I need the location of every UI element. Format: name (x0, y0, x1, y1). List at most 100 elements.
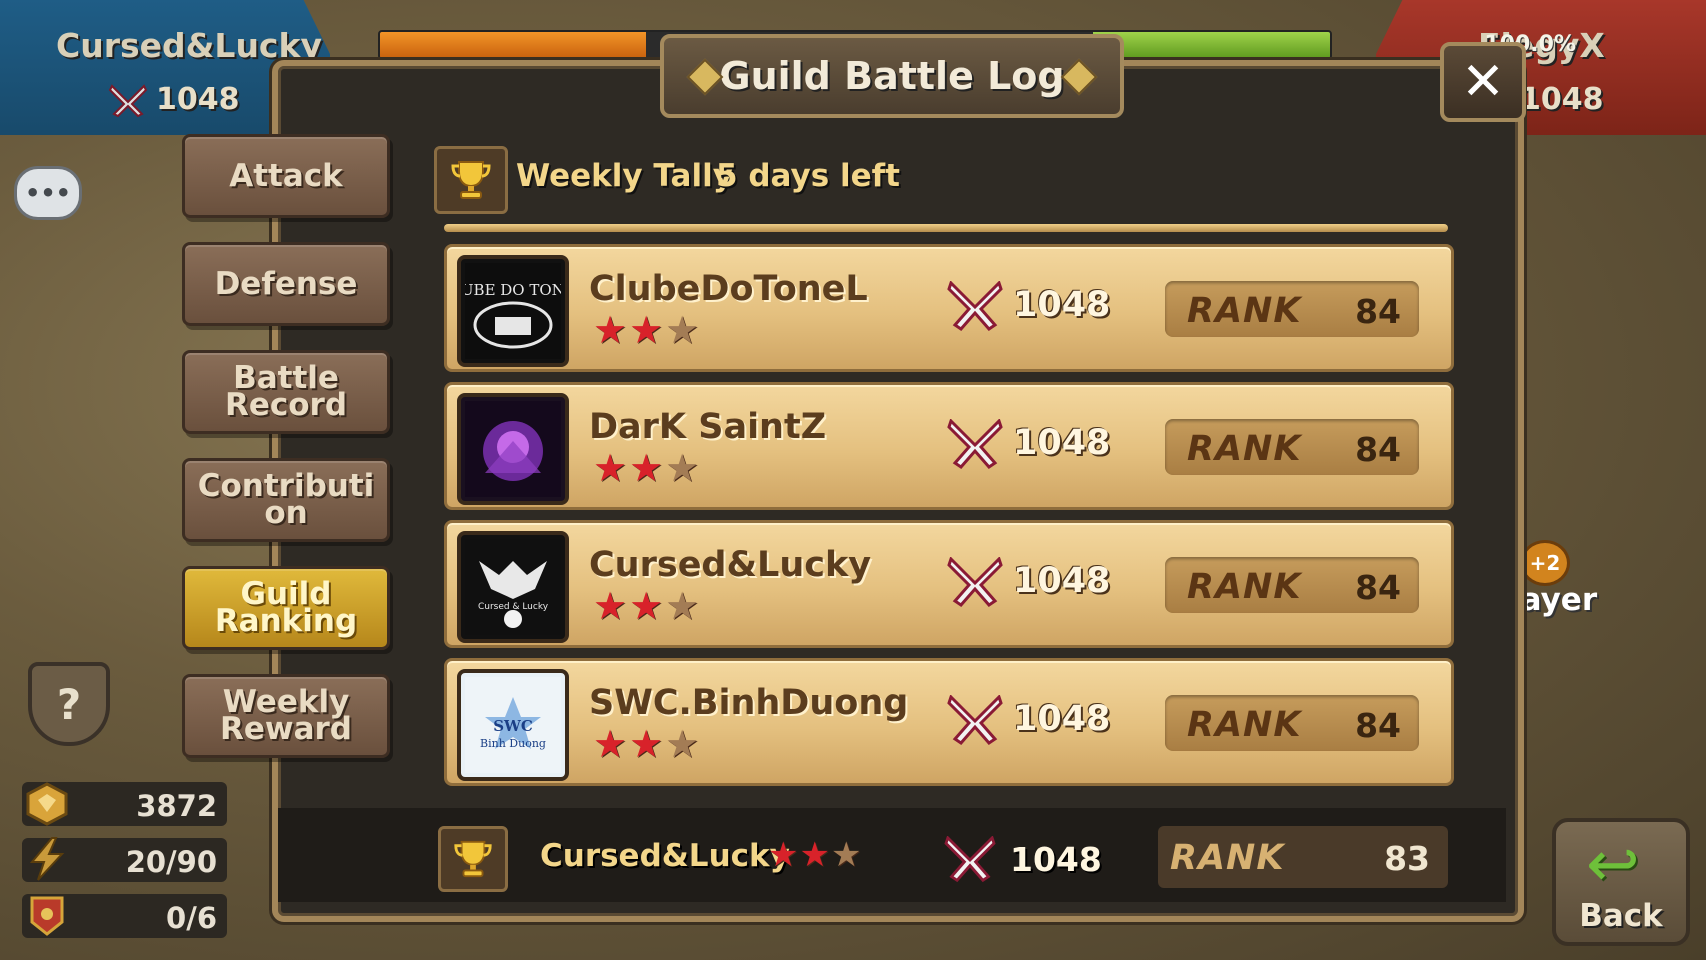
close-icon: ✕ (1461, 52, 1505, 112)
panel-title: Guild Battle Log (660, 34, 1124, 118)
progress-fill-left (380, 32, 646, 58)
swords-icon (944, 836, 996, 883)
tab-defense[interactable]: Defense (182, 242, 390, 326)
guild-points-icon (24, 780, 70, 826)
svg-text:Cursed & Lucky: Cursed & Lucky (478, 602, 549, 612)
help-icon[interactable]: ? (28, 662, 110, 746)
guild-score: 1048 (1013, 699, 1111, 739)
back-arrow-icon: ↩ (1586, 828, 1640, 902)
resource-guild-points: 3872 (22, 782, 227, 826)
star-empty-icon: ★ (665, 446, 700, 490)
own-guild-rank-box: RANK 83 (1158, 826, 1448, 888)
star-filled-icon: ★ (629, 584, 664, 628)
left-team-score: 1048 (156, 82, 240, 117)
progress-fill-right (1092, 32, 1330, 58)
tab-attack[interactable]: Attack (182, 134, 390, 218)
star-empty-icon: ★ (830, 835, 862, 875)
guild-row[interactable]: CLUBE DO TONEL ClubeDoToneL ★★★ 1048 RAN… (444, 244, 1454, 372)
star-filled-icon: ★ (593, 308, 628, 352)
days-left-label: 5 days left (716, 158, 900, 194)
rank-label: RANK (1187, 567, 1302, 607)
energy-value: 20/90 (125, 845, 217, 879)
swords-icon (947, 557, 1003, 607)
tab-weekly-reward[interactable]: Weekly Reward (182, 674, 390, 758)
tab-weekly-reward-label: Weekly Reward (220, 684, 352, 747)
star-filled-icon: ★ (593, 584, 628, 628)
rank-number: 84 (1355, 292, 1401, 331)
guild-name: DarK SaintZ (589, 407, 827, 447)
swords-icon (947, 695, 1003, 745)
tab-contribution[interactable]: Contributi on (182, 458, 390, 542)
star-filled-icon: ★ (629, 722, 664, 766)
rank-number: 83 (1384, 839, 1430, 878)
resource-battle-flags: 0/6 (22, 894, 227, 938)
trophy-icon (438, 826, 508, 892)
tab-attack-label: Attack (229, 157, 343, 194)
back-button-label: Back (1579, 898, 1663, 934)
tab-defense-label: Defense (214, 265, 358, 302)
rank-box: RANK 84 (1165, 419, 1419, 475)
weekly-tally-label: Weekly Tally (516, 158, 733, 194)
rank-number: 84 (1355, 430, 1401, 469)
rank-box: RANK 84 (1165, 557, 1419, 613)
close-button[interactable]: ✕ (1440, 42, 1526, 122)
star-empty-icon: ★ (665, 722, 700, 766)
guild-score: 1048 (1013, 561, 1111, 601)
svg-text:SWC: SWC (493, 717, 533, 735)
guild-score: 1048 (1013, 423, 1111, 463)
tab-guild-ranking-label: Guild Ranking (214, 576, 358, 639)
star-filled-icon: ★ (629, 446, 664, 490)
energy-icon (24, 836, 70, 882)
rank-label: RANK (1187, 705, 1302, 745)
back-button[interactable]: ↩ Back (1552, 818, 1690, 946)
tab-battle-record-label: Battle Record (224, 360, 348, 423)
star-filled-icon: ★ (629, 308, 664, 352)
own-guild-name: Cursed&Lucky (540, 838, 790, 874)
rank-box: RANK 84 (1165, 281, 1419, 337)
list-divider (444, 224, 1448, 232)
star-filled-icon: ★ (593, 722, 628, 766)
clube-do-tonel-emblem: CLUBE DO TONEL (457, 255, 569, 367)
star-filled-icon: ★ (799, 835, 830, 875)
guild-row[interactable]: DarK SaintZ ★ ★ ★ 1048 RANK 84 (444, 382, 1454, 510)
resource-energy: 20/90 (22, 836, 227, 882)
rank-label: RANK (1187, 429, 1302, 469)
swords-icon (947, 281, 1003, 331)
star-empty-icon: ★ (665, 308, 700, 352)
star-rating: ★ ★ ★ (593, 311, 699, 349)
battle-flags-value: 0/6 (166, 901, 217, 935)
guild-points-value: 3872 (136, 789, 217, 823)
diamond-icon (686, 58, 724, 96)
guild-row[interactable]: SWC Binh Duong SWC.BinhDuong ★ ★ ★ 1048 RAN… (444, 658, 1454, 786)
right-team-score: 1048 (1520, 82, 1604, 117)
cursed-lucky-emblem: Cursed & Lucky (457, 531, 569, 643)
star-rating: ★ ★ ★ (593, 587, 699, 625)
guild-score: 1048 (1013, 285, 1111, 325)
plus-badge: +2 (1520, 540, 1570, 586)
rank-label: RANK (1170, 838, 1285, 878)
guild-name: Cursed&Lucky (589, 545, 872, 585)
tab-contribution-label: Contributi on (197, 468, 375, 531)
own-guild-score: 1048 (1010, 840, 1102, 879)
battle-flag-icon (24, 892, 70, 938)
guild-name: ClubeDoToneL (589, 269, 868, 309)
trophy-icon (434, 146, 508, 214)
rank-number: 84 (1355, 568, 1401, 607)
svg-text:CLUBE DO TONEL: CLUBE DO TONEL (465, 281, 561, 299)
tab-guild-ranking[interactable]: Guild Ranking (182, 566, 390, 650)
svg-text:Binh Duong: Binh Duong (480, 737, 546, 750)
swords-icon (108, 84, 148, 118)
rank-box: RANK 84 (1165, 695, 1419, 751)
guild-row[interactable]: Cursed & Lucky Cursed&Lucky ★ ★ ★ 1048 RAN… (444, 520, 1454, 648)
tab-battle-record[interactable]: Battle Record (182, 350, 390, 434)
chat-icon[interactable]: ••• (14, 166, 82, 220)
panel-title-text: Guild Battle Log (719, 54, 1065, 98)
own-guild-star-rating: ★ ★ ★ (768, 838, 861, 872)
dark-saintz-emblem (457, 393, 569, 505)
star-filled-icon: ★ (593, 446, 628, 490)
star-empty-icon: ★ (665, 584, 700, 628)
rank-number: 84 (1355, 706, 1401, 745)
star-filled-icon: ★ (768, 835, 799, 875)
guild-name: SWC.BinhDuong (589, 683, 909, 723)
diamond-icon (1060, 58, 1098, 96)
